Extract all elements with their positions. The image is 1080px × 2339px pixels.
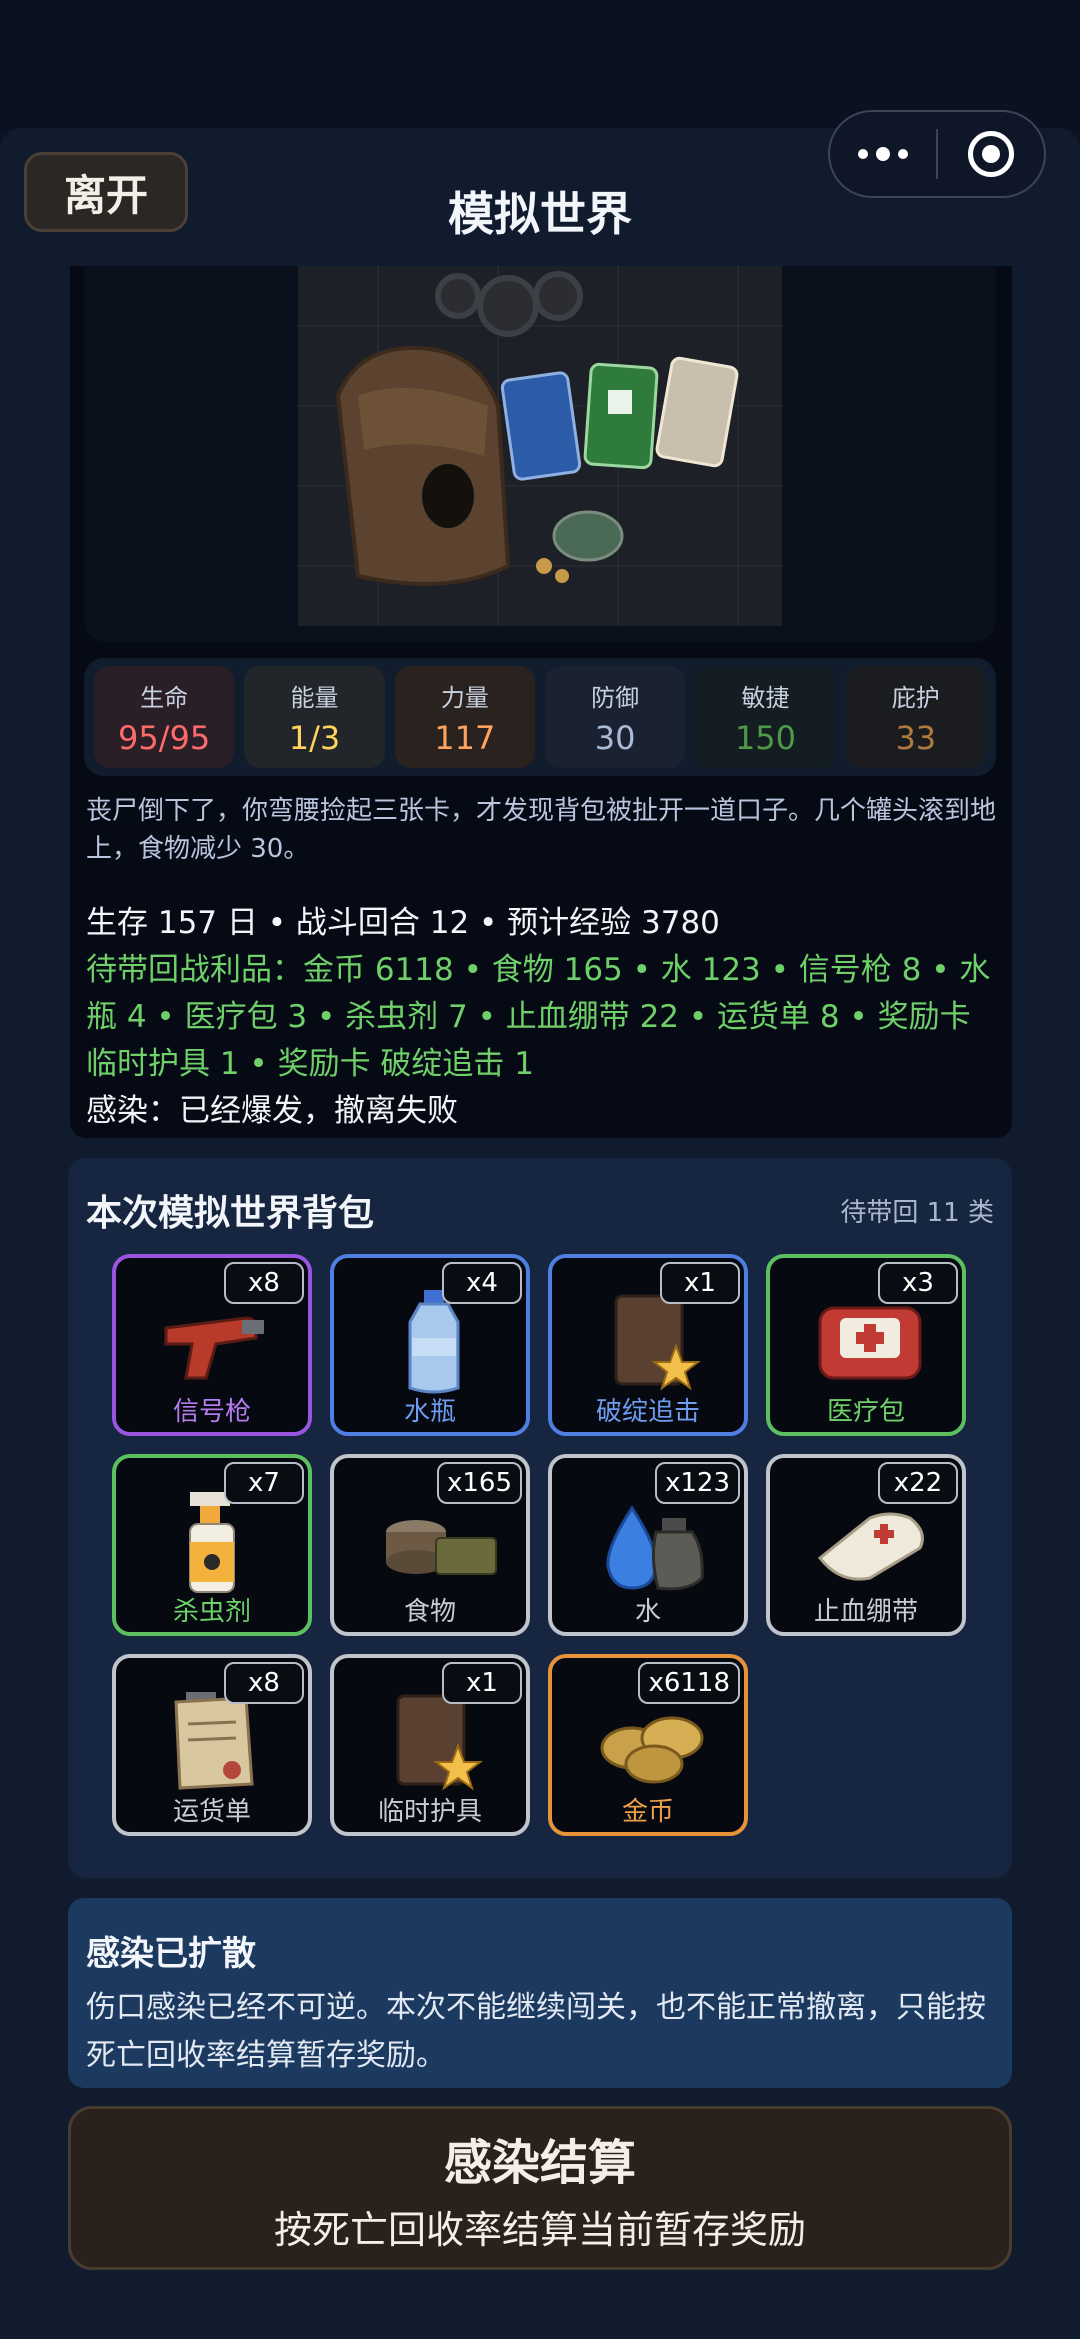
- narration-text: 丧尸倒下了，你弯腰捡起三张卡，才发现背包被扯开一道口子。几个罐头滚到地上，食物减…: [86, 796, 997, 864]
- stats-bar: 生命 95/95 能量 1/3 力量 117 防御 30 敏捷 150 庇护 3…: [84, 658, 996, 776]
- page-title: 模拟世界: [448, 187, 632, 241]
- item-name: 水瓶: [403, 1397, 456, 1427]
- bag-item-bandage[interactable]: x22 止血绷带: [766, 1454, 966, 1636]
- stat-agility: 敏捷 150: [695, 666, 836, 768]
- stat-energy: 能量 1/3: [244, 666, 385, 768]
- more-menu-icon[interactable]: [830, 112, 936, 196]
- stat-label: 力量: [440, 683, 489, 712]
- close-target-icon[interactable]: [938, 112, 1044, 196]
- item-name: 食物: [403, 1597, 456, 1627]
- stat-health: 生命 95/95: [94, 666, 235, 768]
- item-quantity: x165: [436, 1462, 522, 1504]
- water-drop-icon: [606, 1505, 704, 1591]
- settle-button-subtitle: 按死亡回收率结算当前暂存奖励: [273, 2207, 806, 2252]
- stat-value: 95/95: [118, 718, 211, 757]
- backpack-title: 本次模拟世界背包: [86, 1193, 375, 1234]
- item-name: 金币: [621, 1797, 674, 1827]
- item-name: 医疗包: [826, 1397, 905, 1427]
- bag-item-flare-gun[interactable]: x8 信号枪: [112, 1254, 312, 1436]
- stat-label: 生命: [140, 683, 189, 712]
- infection-settle-button[interactable]: 感染结算 按死亡回收率结算当前暂存奖励: [68, 2106, 1012, 2270]
- bag-item-food[interactable]: x165 食物: [330, 1454, 530, 1636]
- item-quantity: x1: [660, 1262, 740, 1304]
- survival-line: 生存 157 日 • 战斗回合 12 • 预计经验 3780: [86, 905, 720, 941]
- leave-button[interactable]: 离开: [24, 152, 188, 232]
- bag-item-waybill[interactable]: x8 运货单: [112, 1654, 312, 1836]
- backpack-count: 待带回 11 类: [840, 1198, 994, 1228]
- stat-strength: 力量 117: [394, 666, 535, 768]
- bag-item-weakness-pursuit[interactable]: x1 破绽追击: [548, 1254, 748, 1436]
- stat-value: 33: [895, 718, 937, 757]
- item-name: 信号枪: [172, 1397, 251, 1427]
- bag-item-gold-coins[interactable]: x6118 金币: [548, 1654, 748, 1836]
- stat-label: 能量: [290, 683, 339, 712]
- item-quantity: x8: [224, 1262, 304, 1304]
- stat-value: 1/3: [288, 718, 341, 757]
- item-name: 破绽追击: [595, 1397, 700, 1427]
- item-name: 水: [634, 1597, 661, 1627]
- bag-item-medkit[interactable]: x3 医疗包: [766, 1254, 966, 1436]
- star-book-icon: [396, 1694, 483, 1791]
- item-quantity: x6118: [638, 1662, 740, 1704]
- item-quantity: x8: [224, 1662, 304, 1704]
- star-book-icon: [614, 1294, 701, 1391]
- bag-item-water[interactable]: x123 水: [548, 1454, 748, 1636]
- stat-label: 庇护: [891, 683, 940, 712]
- item-name: 杀虫剂: [172, 1597, 251, 1627]
- stat-value: 150: [734, 718, 797, 757]
- item-quantity: x1: [442, 1662, 522, 1704]
- scene-illustration: [298, 266, 782, 626]
- bag-item-insecticide[interactable]: x7 杀虫剂: [112, 1454, 312, 1636]
- run-summary: 生存 157 日 • 战斗回合 12 • 预计经验 3780 待带回战利品：金币…: [86, 900, 1006, 1135]
- item-quantity: x7: [224, 1462, 304, 1504]
- bag-item-water-bottle[interactable]: x4 水瓶: [330, 1254, 530, 1436]
- item-name: 止血绷带: [813, 1597, 918, 1627]
- item-name: 运货单: [172, 1797, 251, 1827]
- item-quantity: x22: [878, 1462, 958, 1504]
- infection-notice-title: 感染已扩散: [86, 1934, 256, 1974]
- water-bottle-icon: [408, 1290, 460, 1394]
- item-quantity: x4: [442, 1262, 522, 1304]
- stat-label: 防御: [591, 683, 640, 712]
- stat-shelter: 庇护 33: [845, 666, 986, 768]
- stat-value: 117: [434, 718, 496, 757]
- item-name: 临时护具: [377, 1797, 482, 1827]
- mini-program-capsule: [828, 110, 1046, 198]
- stat-label: 敏捷: [741, 683, 790, 712]
- item-quantity: x123: [654, 1462, 740, 1504]
- loot-line: 待带回战利品：金币 6118 • 食物 165 • 水 123 • 信号枪 8 …: [86, 952, 991, 1082]
- spray-bottle-icon: [189, 1492, 235, 1593]
- settle-button-title: 感染结算: [443, 2134, 636, 2191]
- stat-value: 30: [594, 718, 636, 757]
- bag-item-temporary-armor[interactable]: x1 临时护具: [330, 1654, 530, 1836]
- infection-line: 感染：已经爆发，撤离失败: [86, 1093, 458, 1129]
- stat-defense: 防御 30: [544, 666, 686, 768]
- clipboard-icon: [174, 1692, 254, 1790]
- infection-notice-text: 伤口感染已经不可逆。本次不能继续闯关，也不能正常撤离，只能按死亡回收率结算暂存奖…: [86, 1990, 986, 2073]
- item-quantity: x3: [878, 1262, 958, 1304]
